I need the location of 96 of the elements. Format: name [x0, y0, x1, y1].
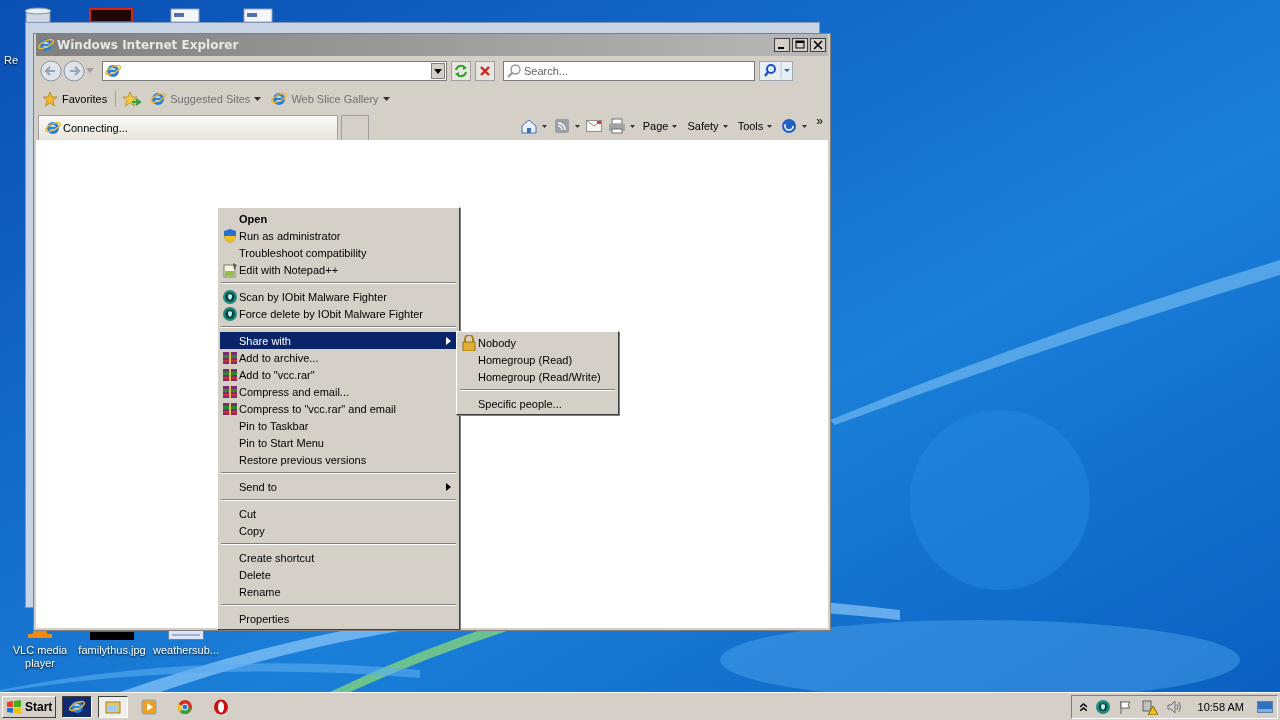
- caret-icon: [672, 124, 678, 128]
- shield-icon: [221, 305, 238, 322]
- icon-label[interactable]: familythus.jpg: [78, 644, 146, 657]
- command-menu[interactable]: Safety: [685, 120, 730, 132]
- speaker-icon[interactable]: [1166, 699, 1183, 714]
- ie-icon: [38, 37, 54, 53]
- taskbar-button[interactable]: [98, 695, 129, 718]
- star-icon: [42, 91, 58, 107]
- page-icon: [105, 63, 121, 79]
- taskbar-button[interactable]: [62, 695, 93, 718]
- page-icon: [271, 91, 288, 107]
- maximize-button[interactable]: [792, 38, 808, 52]
- archive-icon: [221, 383, 238, 400]
- menu-item[interactable]: Pin to Taskbar: [220, 417, 457, 434]
- flag-icon[interactable]: [1118, 699, 1133, 714]
- network-warning-icon[interactable]: [1141, 698, 1158, 715]
- icon-label[interactable]: VLC media player: [4, 644, 76, 670]
- shield-icon: [221, 288, 238, 305]
- clock[interactable]: 10:58 AM: [1197, 700, 1244, 713]
- caret-icon[interactable]: [802, 124, 808, 128]
- menu-item[interactable]: Pin to Start Menu: [220, 434, 457, 451]
- document-icon: [170, 8, 200, 22]
- menu-item[interactable]: Compress and email...: [220, 383, 457, 400]
- forward-button[interactable]: [63, 60, 85, 82]
- ie-icon: [69, 698, 86, 715]
- submenu-arrow-icon: [446, 482, 451, 491]
- caret-icon: [767, 124, 773, 128]
- menu-item[interactable]: Restore previous versions: [220, 451, 457, 468]
- caret-icon: [722, 124, 728, 128]
- add-favorite-icon[interactable]: [122, 91, 143, 107]
- menu-item[interactable]: Scan by IObit Malware Fighter: [220, 288, 457, 305]
- minimize-button[interactable]: [774, 38, 790, 52]
- menu-item[interactable]: Run as administrator: [220, 227, 457, 244]
- opera-icon: [213, 698, 230, 715]
- menu-item[interactable]: Edit with Notepad++: [220, 261, 457, 278]
- overflow-chevron[interactable]: »: [813, 114, 826, 128]
- menu-item[interactable]: Force delete by IObit Malware Fighter: [220, 305, 457, 322]
- dropdown-button[interactable]: [431, 63, 445, 79]
- browser-tab[interactable]: Connecting...: [38, 115, 338, 140]
- menu-item[interactable]: Properties: [220, 610, 457, 627]
- menu-item[interactable]: Copy: [220, 522, 457, 539]
- windows-logo-icon: [6, 699, 22, 714]
- search-button[interactable]: [759, 61, 793, 81]
- caret-icon: [254, 97, 262, 101]
- menu-item[interactable]: Cut: [220, 505, 457, 522]
- caret-icon[interactable]: [541, 124, 547, 128]
- menu-item[interactable]: Homegroup (Read): [459, 351, 616, 368]
- chrome-icon: [177, 698, 194, 715]
- favorites-button[interactable]: Favorites: [40, 91, 117, 107]
- back-button[interactable]: [40, 60, 62, 82]
- icon-label[interactable]: Re: [4, 54, 19, 67]
- stop-button[interactable]: [475, 61, 495, 81]
- show-desktop-icon[interactable]: [1257, 700, 1273, 713]
- menu-item[interactable]: Open: [220, 210, 457, 227]
- padlock-icon: [460, 334, 477, 351]
- refresh-button[interactable]: [451, 61, 471, 81]
- caret-icon[interactable]: [574, 124, 580, 128]
- menu-item[interactable]: Troubleshoot compatibility: [220, 244, 457, 261]
- page-icon: [150, 91, 167, 107]
- ie-icon: [45, 120, 61, 136]
- menu-item[interactable]: Delete: [220, 566, 457, 583]
- start-button[interactable]: Start: [2, 695, 57, 718]
- shield-icon[interactable]: [1095, 699, 1110, 714]
- menu-item[interactable]: Send to: [220, 478, 457, 495]
- home-icon[interactable]: [519, 118, 538, 134]
- menu-item[interactable]: Add to "vcc.rar": [220, 366, 457, 383]
- archive-icon: [221, 400, 238, 417]
- shield-icon: [221, 227, 238, 244]
- folder-icon: [105, 698, 122, 715]
- menu-item[interactable]: Specific people...: [459, 395, 616, 412]
- menu-item[interactable]: Homegroup (Read/Write): [459, 368, 616, 385]
- mail-icon[interactable]: [585, 120, 602, 132]
- command-menu[interactable]: Page: [640, 120, 680, 132]
- menu-item[interactable]: Nobody: [459, 334, 616, 351]
- menu-item[interactable]: Compress to "vcc.rar" and email: [220, 400, 457, 417]
- address-field[interactable]: [102, 61, 447, 81]
- caret-icon[interactable]: [629, 124, 635, 128]
- search-icon: [507, 64, 521, 78]
- archive-icon: [221, 349, 238, 366]
- notepad-icon: [221, 261, 238, 278]
- submenu-arrow-icon: [446, 336, 451, 345]
- close-button[interactable]: [810, 38, 826, 52]
- search-field[interactable]: Search...: [503, 61, 755, 81]
- menu-item[interactable]: Add to archive...: [220, 349, 457, 366]
- menu-item[interactable]: Rename: [220, 583, 457, 600]
- menu-item[interactable]: Share with: [220, 332, 457, 349]
- play-icon: [141, 698, 158, 715]
- image-thumbnail: [90, 632, 134, 640]
- icon-label[interactable]: weathersub...: [152, 644, 219, 657]
- command-menu[interactable]: Tools: [735, 120, 775, 132]
- archive-icon: [221, 366, 238, 383]
- window-title: Windows Internet Explorer: [57, 38, 240, 52]
- document-icon: [243, 8, 273, 22]
- chevron-up-icon[interactable]: [1079, 702, 1087, 711]
- caret-icon: [382, 97, 390, 101]
- menu-item[interactable]: Create shortcut: [220, 549, 457, 566]
